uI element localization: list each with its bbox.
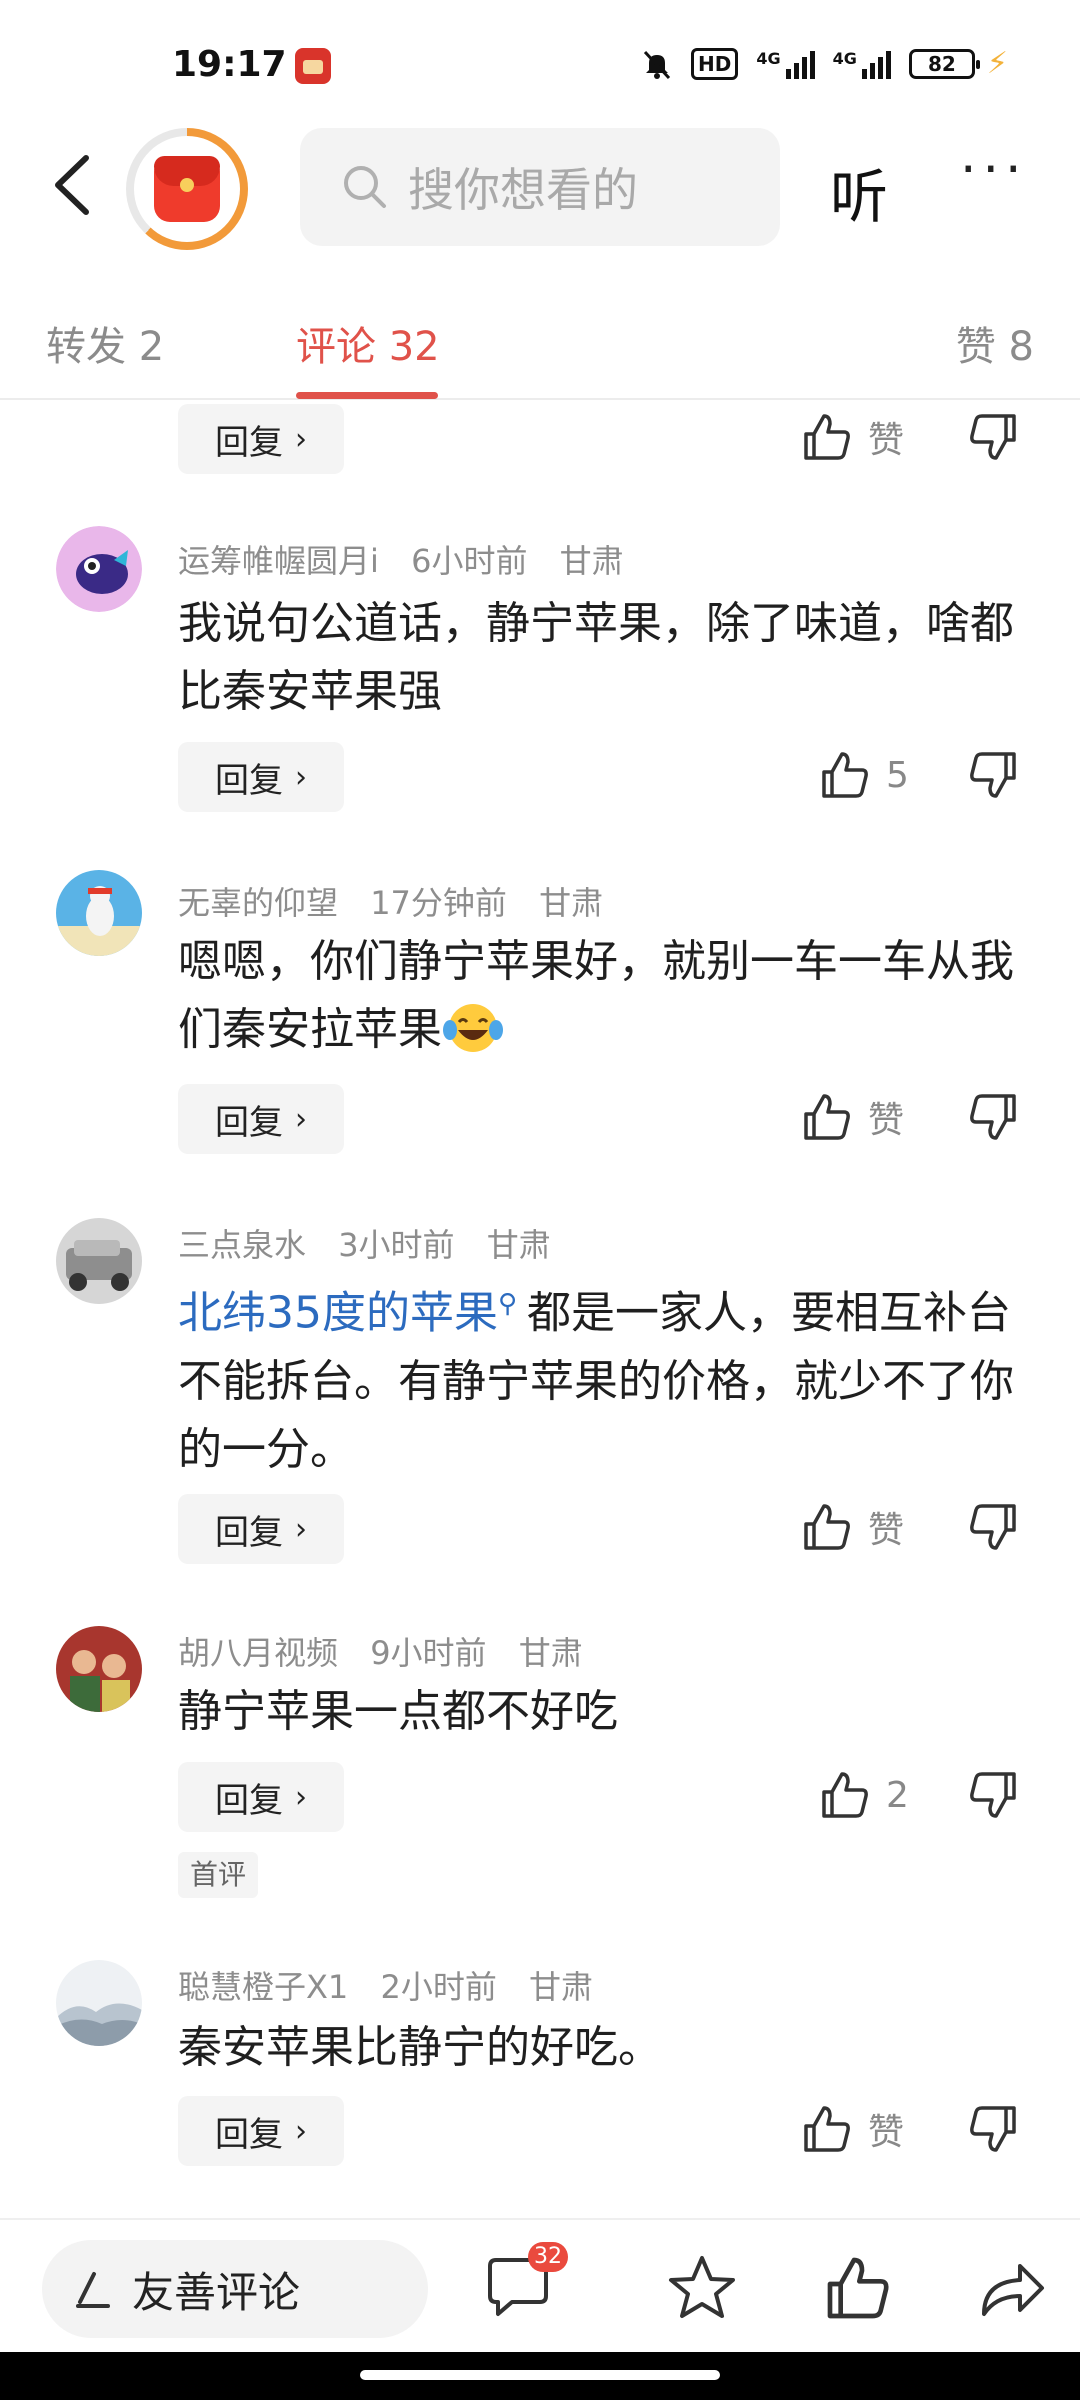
search-input[interactable]: 搜你想看的 <box>300 128 780 246</box>
comment-location: 甘肃 <box>486 1226 551 1264</box>
user-avatar[interactable] <box>56 1960 142 2046</box>
bottom-action-bar: 友善评论 32 <box>0 2218 1080 2348</box>
comment-time: 2小时前 <box>380 1968 497 2006</box>
comment-text: 秦安苹果比静宁的好吃。 <box>178 2022 662 2073</box>
comment-location: 甘肃 <box>539 884 604 922</box>
thumb-up-icon <box>818 748 872 802</box>
reply-button[interactable]: 回复 › <box>178 1084 344 1154</box>
search-placeholder: 搜你想看的 <box>408 163 638 217</box>
thumb-up-icon[interactable] <box>822 2252 894 2324</box>
thumb-up-icon <box>818 1768 872 1822</box>
red-pocket-avatar[interactable] <box>126 128 248 250</box>
search-icon <box>344 166 386 208</box>
topic-link[interactable]: 北纬35度的苹果 <box>178 1288 498 1339</box>
mute-bell-icon <box>643 50 671 79</box>
comment-username[interactable]: 无辜的仰望 <box>178 884 338 922</box>
thumb-up-icon <box>800 2102 854 2156</box>
comment-time: 17分钟前 <box>370 884 507 922</box>
pen-icon <box>76 2272 110 2308</box>
reply-button[interactable]: 回复 › <box>178 2096 344 2166</box>
back-icon[interactable] <box>44 150 104 220</box>
home-indicator[interactable] <box>360 2370 720 2380</box>
comment-username[interactable]: 胡八月视频 <box>178 1634 338 1672</box>
comment-text: 北纬35度的苹果⚲ 都是一家人，要相互补台不能拆台。有静宁苹果的价格，就少不了你的… <box>178 1287 1014 1475</box>
signal-2-icon: 4G <box>833 49 891 79</box>
comment-location: 甘肃 <box>559 542 624 580</box>
user-avatar[interactable] <box>56 1626 142 1712</box>
chevron-right-icon: › <box>295 759 307 795</box>
charging-icon: ⚡ <box>986 46 1008 81</box>
hd-badge: HD <box>691 47 739 80</box>
like-button[interactable]: 赞 <box>800 2102 904 2156</box>
reply-button[interactable]: 回复 › <box>178 742 344 812</box>
comment-username[interactable]: 三点泉水 <box>178 1226 306 1264</box>
thumb-down-icon[interactable] <box>966 1090 1020 1144</box>
app-notification-icon <box>295 48 331 84</box>
thumb-down-icon[interactable] <box>966 1768 1020 1822</box>
thumb-down-icon[interactable] <box>966 410 1020 464</box>
chevron-right-icon: › <box>295 421 307 457</box>
more-button[interactable]: ··· <box>960 144 1028 196</box>
thumb-up-icon <box>800 410 854 464</box>
like-button[interactable]: 2 <box>818 1768 909 1822</box>
reply-button[interactable]: 回复 › <box>178 1762 344 1832</box>
comment-location: 甘肃 <box>518 1634 583 1672</box>
battery-indicator: 82 <box>908 48 980 79</box>
comment-text: 我说句公道话，静宁苹果，除了味道，啥都比秦安苹果强 <box>178 598 1014 717</box>
reply-button[interactable]: 回复 › <box>178 404 344 474</box>
thumb-down-icon[interactable] <box>966 748 1020 802</box>
thumb-down-icon[interactable] <box>966 1500 1020 1554</box>
tab-comments[interactable]: 评论 32 <box>296 314 440 372</box>
chevron-right-icon: › <box>295 2113 307 2149</box>
comment-input[interactable]: 友善评论 <box>42 2240 428 2338</box>
tab-forward[interactable]: 转发 2 <box>46 314 164 372</box>
comment-text: 嗯嗯，你们静宁苹果好，就别一车一车从我们秦安拉苹果 <box>178 936 1014 1055</box>
like-button[interactable]: 5 <box>818 748 909 802</box>
comment-username[interactable]: 运筹帷幄圆月i <box>178 542 379 580</box>
tab-active-indicator <box>296 392 438 399</box>
tab-likes[interactable]: 赞 8 <box>956 314 1034 372</box>
thumb-down-icon[interactable] <box>966 2102 1020 2156</box>
comment-time: 6小时前 <box>411 542 528 580</box>
listen-button[interactable]: 听 <box>830 150 888 234</box>
like-button[interactable]: 赞 <box>800 1090 904 1144</box>
comment-input-label: 友善评论 <box>132 2267 301 2317</box>
user-avatar[interactable] <box>56 526 142 612</box>
user-avatar[interactable] <box>56 870 142 956</box>
like-button[interactable]: 赞 <box>800 410 904 464</box>
status-bar: 19:17 HD 4G 4G 82 ⚡ <box>0 0 1080 120</box>
like-button[interactable]: 赞 <box>800 1500 904 1554</box>
thumb-up-icon <box>800 1500 854 1554</box>
status-icons: HD 4G 4G 82 ⚡ <box>641 46 1008 81</box>
comment-time: 3小时前 <box>338 1226 455 1264</box>
search-small-icon: ⚲ <box>498 1289 518 1319</box>
chevron-right-icon: › <box>295 1511 307 1547</box>
signal-1-icon: 4G <box>756 49 815 79</box>
tab-bar: 转发 2 评论 32 赞 8 <box>0 290 1080 400</box>
red-pocket-icon <box>154 156 220 222</box>
status-time: 19:17 <box>172 44 287 85</box>
chevron-right-icon: › <box>295 1101 307 1137</box>
comment-text: 静宁苹果一点都不好吃 <box>178 1686 618 1737</box>
comment-location: 甘肃 <box>529 1968 594 2006</box>
first-comment-badge: 首评 <box>178 1852 259 1898</box>
top-nav: 搜你想看的 听 ··· <box>0 120 1080 260</box>
share-icon[interactable] <box>976 2252 1048 2324</box>
comment-count-badge: 32 <box>528 2242 568 2272</box>
user-avatar[interactable] <box>56 1218 142 1304</box>
star-icon[interactable] <box>666 2252 738 2324</box>
laughing-tears-emoji-icon <box>443 1004 503 1052</box>
comment-time: 9小时前 <box>370 1634 487 1672</box>
chevron-right-icon: › <box>295 1779 307 1815</box>
comment-username[interactable]: 聪慧橙子X1 <box>178 1968 348 2006</box>
thumb-up-icon <box>800 1090 854 1144</box>
reply-button[interactable]: 回复 › <box>178 1494 344 1564</box>
